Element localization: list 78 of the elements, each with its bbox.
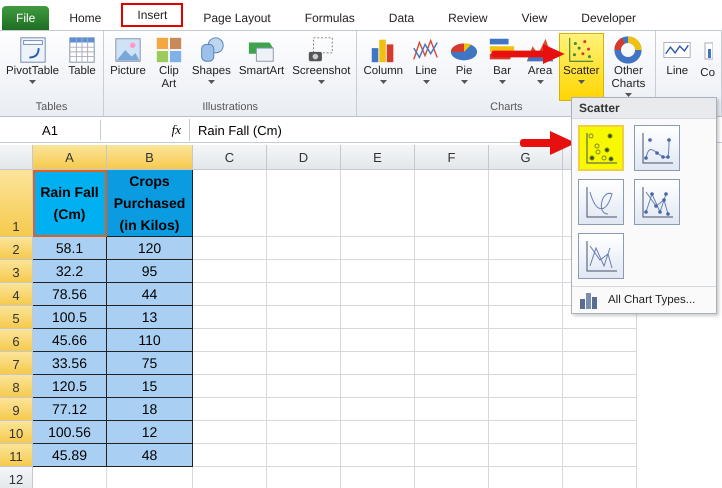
scatter-option[interactable] [578, 125, 624, 171]
row-header[interactable]: 3 [0, 260, 33, 283]
table-cell: 12 [107, 421, 193, 444]
row-header[interactable]: 8 [0, 375, 33, 398]
function-label[interactable]: fx [101, 122, 189, 138]
ribbon-button[interactable]: Column [359, 33, 408, 101]
pivot-table-icon [18, 35, 48, 65]
ribbon-button[interactable]: Picture [106, 33, 150, 101]
ribbon-tab[interactable]: Review [434, 6, 502, 30]
column-header[interactable]: B [107, 145, 193, 170]
ribbon-button[interactable]: PivotTable [2, 33, 64, 101]
row-header[interactable]: 7 [0, 352, 33, 375]
table-header-cell: Rain Fall (Cm) [33, 170, 107, 237]
ribbon-button[interactable]: Other Charts [604, 33, 654, 101]
table-cell: 75 [107, 352, 193, 375]
table-icon [67, 35, 98, 65]
scatter-option[interactable] [634, 179, 680, 225]
file-tab[interactable]: File [2, 6, 50, 30]
row-header[interactable]: 1 [0, 170, 33, 237]
column-header[interactable]: C [193, 145, 267, 170]
ribbon-button[interactable]: Screenshot [288, 33, 354, 101]
table-cell: 77.12 [33, 398, 107, 421]
row-header[interactable]: 4 [0, 283, 33, 306]
ribbon-tab[interactable]: Data [374, 6, 428, 30]
menu-item[interactable]: All Chart Types... [608, 294, 696, 306]
group-label: Tables [36, 101, 68, 115]
column-header[interactable]: G [489, 145, 563, 170]
row-header[interactable]: 11 [0, 444, 33, 467]
column-header[interactable]: F [415, 145, 489, 170]
row-header[interactable]: 5 [0, 306, 33, 329]
table-cell: 44 [107, 283, 193, 306]
table-cell: 18 [107, 398, 193, 421]
column-header[interactable]: A [33, 145, 107, 170]
table-cell: 33.56 [33, 352, 107, 375]
chart-icon [578, 291, 598, 309]
row-header[interactable]: 9 [0, 398, 33, 421]
ribbon-tab[interactable]: Developer [567, 6, 650, 30]
ribbon-button[interactable]: Shapes [188, 33, 235, 101]
ribbon-button[interactable]: Table [63, 33, 102, 101]
scatter-option[interactable] [634, 125, 680, 171]
table-cell: 45.66 [33, 329, 107, 352]
donut-chart-icon [613, 35, 644, 65]
ribbon-tab[interactable]: Formulas [290, 6, 369, 30]
group-label: Charts [490, 101, 523, 115]
table-cell: 120.5 [33, 375, 107, 398]
column-header[interactable]: D [267, 145, 341, 170]
name-box[interactable]: A1 [0, 120, 101, 140]
ribbon-button[interactable]: SmartArt [234, 33, 288, 101]
group-label: Illustrations [202, 101, 258, 115]
ribbon-tab[interactable]: View [508, 6, 562, 30]
scatter-option[interactable] [578, 233, 624, 279]
ribbon-button[interactable]: Pie [445, 33, 484, 101]
row-header[interactable]: 6 [0, 329, 33, 352]
table-cell: 58.1 [33, 237, 107, 260]
row-header[interactable]: 12 [0, 467, 33, 488]
table-cell: 15 [107, 375, 193, 398]
row-header[interactable]: 2 [0, 237, 33, 260]
ribbon-button[interactable]: Line [407, 33, 446, 101]
table-cell: 110 [107, 329, 193, 352]
scatter-option[interactable] [578, 179, 624, 225]
table-cell: 100.56 [33, 421, 107, 444]
table-header-cell: Crops Purchased (in Kilos) [107, 170, 193, 237]
ribbon-tab[interactable]: Page Layout [189, 6, 285, 30]
table-cell: 120 [107, 237, 193, 260]
ribbon-button[interactable]: Clip Art [150, 33, 188, 101]
table-cell: 95 [107, 260, 193, 283]
ribbon-tab[interactable]: Insert [121, 3, 184, 27]
table-cell: 48 [107, 444, 193, 467]
menu-title: Scatter [572, 98, 716, 119]
table-cell: 78.56 [33, 283, 107, 306]
ribbon-tab[interactable]: Home [55, 6, 116, 30]
column-header[interactable]: E [341, 145, 415, 170]
table-cell: 100.5 [33, 306, 107, 329]
table-cell: 13 [107, 306, 193, 329]
table-cell: 32.2 [33, 260, 107, 283]
table-cell: 45.89 [33, 444, 107, 467]
ribbon-button[interactable]: Scatter [559, 33, 604, 101]
row-header[interactable]: 10 [0, 421, 33, 444]
